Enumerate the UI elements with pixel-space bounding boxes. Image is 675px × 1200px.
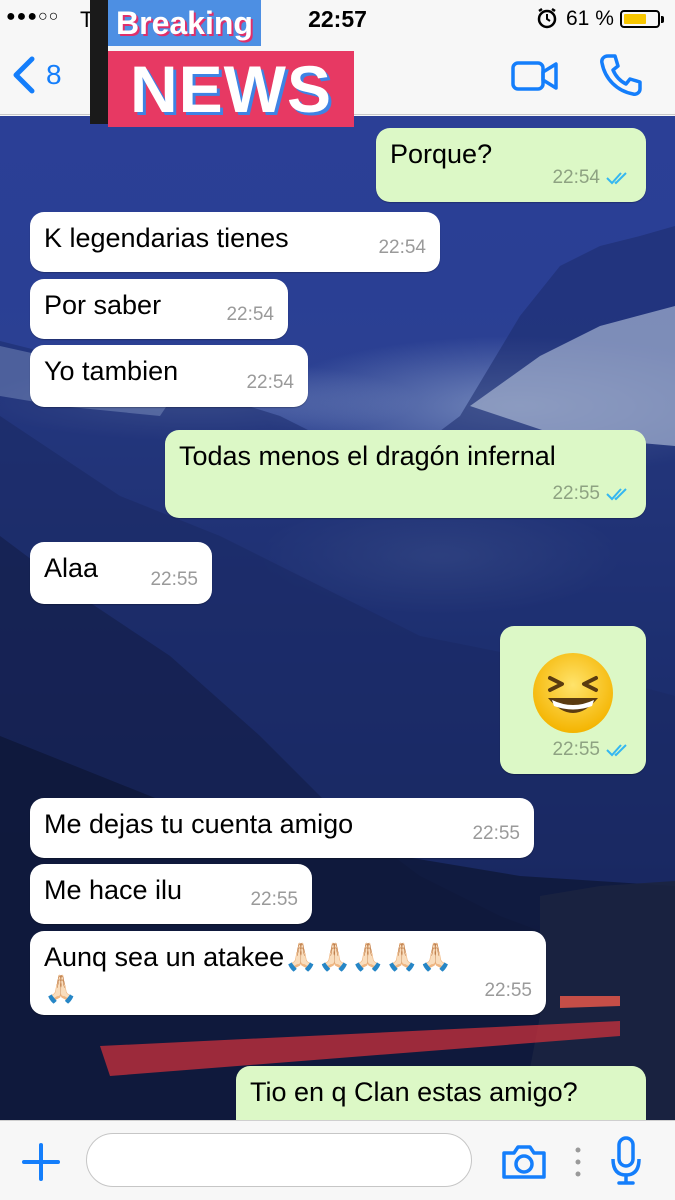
- message-time: 22:55: [150, 569, 198, 590]
- message-text: Me dejas tu cuenta amigo: [44, 809, 354, 839]
- battery-icon: [620, 10, 664, 28]
- message-time: 22:55: [552, 483, 600, 504]
- battery-percentage: 61 %: [566, 7, 614, 30]
- plus-icon: [22, 1143, 60, 1181]
- message-bubble-outgoing[interactable]: Todas menos el dragón infernal 22:55: [165, 430, 646, 518]
- message-bubble-incoming[interactable]: Aunq sea un atakee🙏🏻🙏🏻🙏🏻🙏🏻🙏🏻 🙏🏻 22:55: [30, 931, 546, 1015]
- video-call-button[interactable]: [510, 58, 560, 94]
- message-meta: 22:55: [150, 564, 198, 596]
- message-meta: 22:54: [246, 367, 294, 399]
- microphone-icon: [611, 1136, 641, 1185]
- message-time: 22:54: [246, 372, 294, 393]
- message-bubble-incoming[interactable]: Yo tambien 22:54: [30, 345, 308, 407]
- message-text: Todas menos el dragón infernal: [179, 441, 556, 471]
- message-bubble-incoming[interactable]: K legendarias tienes 22:54: [30, 212, 440, 272]
- double-check-icon: [606, 744, 627, 757]
- grinning-squinting-face-icon: [533, 653, 613, 733]
- battery-fill: [624, 14, 646, 24]
- message-meta: 22:54: [226, 299, 274, 331]
- message-meta: 22:54: [378, 232, 426, 264]
- chat-background[interactable]: Porque? 22:54 K legendarias tienes 22:54…: [0, 116, 675, 1120]
- message-bubble-incoming[interactable]: Me dejas tu cuenta amigo 22:55: [30, 798, 534, 858]
- message-meta: 22:54: [552, 162, 632, 194]
- message-time: 22:54: [552, 167, 600, 188]
- message-meta: 22:55: [552, 734, 632, 766]
- message-bubble-incoming[interactable]: Por saber 22:54: [30, 279, 288, 339]
- message-text: Tio en q Clan estas amigo?: [250, 1077, 578, 1107]
- message-text-line2: 🙏🏻: [44, 974, 78, 1004]
- back-button[interactable]: 8: [10, 52, 62, 98]
- message-meta: 22:55: [484, 975, 532, 1007]
- alarm-clock-icon: [536, 7, 558, 35]
- message-bubble-outgoing[interactable]: 22:55: [500, 626, 646, 774]
- news-label: NEWS: [108, 51, 354, 127]
- message-text: K legendarias tienes: [44, 223, 289, 253]
- unread-count: 8: [46, 59, 62, 90]
- sticker-bar: [90, 0, 108, 124]
- message-bubble-outgoing[interactable]: Tio en q Clan estas amigo?: [236, 1066, 646, 1120]
- voice-call-button[interactable]: [598, 52, 644, 98]
- message-meta: 22:55: [250, 884, 298, 916]
- message-time: 22:54: [378, 237, 426, 258]
- attach-button[interactable]: [20, 1141, 62, 1183]
- message-composer: [0, 1120, 675, 1200]
- phone-icon: [600, 54, 642, 96]
- message-bubble-outgoing[interactable]: Porque? 22:54: [376, 128, 646, 202]
- more-dots-icon: [575, 1147, 581, 1177]
- camera-button[interactable]: [500, 1143, 548, 1181]
- message-meta: 22:55: [552, 478, 632, 510]
- message-time: 22:55: [552, 739, 600, 760]
- message-time: 22:55: [250, 889, 298, 910]
- message-bubble-incoming[interactable]: Alaa 22:55: [30, 542, 212, 604]
- message-time: 22:54: [226, 304, 274, 325]
- breaking-news-sticker: Breaking NEWS: [90, 0, 360, 130]
- breaking-label: Breaking: [108, 0, 261, 46]
- double-check-icon: [606, 488, 627, 501]
- message-input[interactable]: [86, 1133, 472, 1187]
- double-check-icon: [606, 172, 627, 185]
- message-bubble-incoming[interactable]: Me hace ilu 22:55: [30, 864, 312, 924]
- message-text: Aunq sea un atakee🙏🏻🙏🏻🙏🏻🙏🏻🙏🏻: [44, 942, 453, 972]
- message-time: 22:55: [484, 980, 532, 1001]
- chevron-left-icon: [13, 56, 35, 94]
- camera-icon: [502, 1145, 546, 1179]
- message-time: 22:55: [472, 823, 520, 844]
- voice-message-button[interactable]: [608, 1135, 644, 1187]
- message-meta: 22:55: [472, 818, 520, 850]
- video-camera-icon: [511, 61, 558, 91]
